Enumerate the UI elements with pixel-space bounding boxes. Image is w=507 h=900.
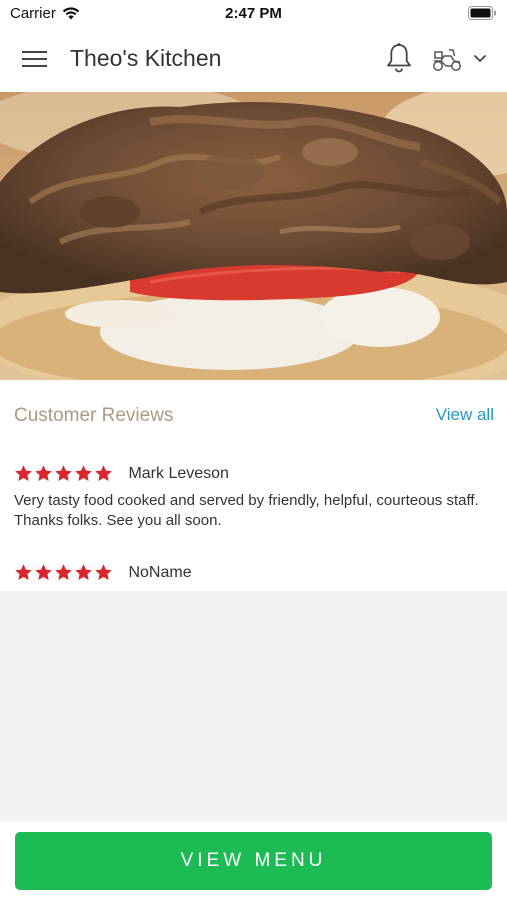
app-title: Theo's Kitchen [70, 45, 222, 71]
star-icon [95, 564, 112, 580]
review-item: Mark Leveson Very tasty food cooked and … [14, 464, 494, 531]
chevron-down-icon[interactable] [473, 54, 487, 64]
star-icon [35, 465, 52, 481]
view-menu-button[interactable]: VIEW MENU [15, 832, 492, 890]
star-rating [14, 563, 113, 582]
hero-food-image [0, 92, 507, 380]
star-icon [35, 564, 52, 580]
app-header: Theo's Kitchen [0, 28, 507, 92]
star-rating [14, 464, 113, 483]
status-time: 2:47 PM [225, 5, 282, 22]
star-icon [75, 465, 92, 481]
star-icon [95, 465, 112, 481]
content-background [0, 591, 507, 822]
review-item: NoName [14, 563, 494, 582]
footer-bar: VIEW MENU [0, 822, 507, 900]
star-icon [15, 564, 32, 580]
star-icon [55, 564, 72, 580]
reviewer-name: NoName [128, 563, 192, 581]
notification-bell-icon[interactable] [385, 42, 413, 74]
customer-reviews-section: Customer Reviews View all Mark Leveson V… [0, 380, 507, 591]
star-icon [15, 465, 32, 481]
review-text: Very tasty food cooked and served by fri… [14, 492, 479, 529]
status-bar: Carrier 2:47 PM [0, 0, 507, 28]
star-icon [55, 465, 72, 481]
reviewer-name: Mark Leveson [128, 464, 229, 482]
star-icon [75, 564, 92, 580]
battery-icon [468, 6, 496, 20]
delivery-scooter-icon[interactable] [431, 46, 463, 72]
reviews-section-title: Customer Reviews [14, 405, 174, 426]
view-all-reviews-link[interactable]: View all [436, 405, 494, 425]
hamburger-menu-icon[interactable] [22, 48, 48, 70]
